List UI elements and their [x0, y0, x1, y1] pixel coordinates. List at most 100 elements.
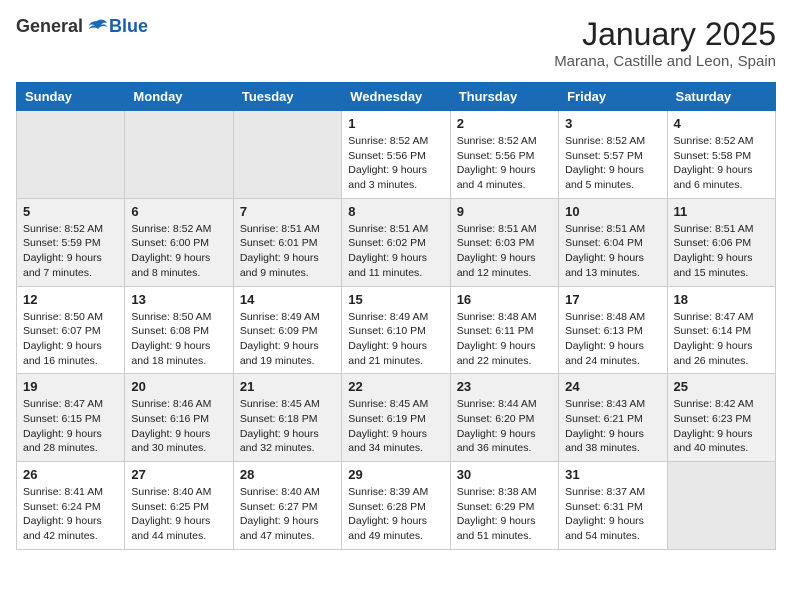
calendar-day-cell: 17 Sunrise: 8:48 AMSunset: 6:13 PMDayligh…: [559, 286, 667, 374]
calendar-day-cell: 1 Sunrise: 8:52 AMSunset: 5:56 PMDaylight…: [342, 111, 450, 199]
calendar-week-row: 26 Sunrise: 8:41 AMSunset: 6:24 PMDayligh…: [17, 462, 776, 550]
calendar-week-row: 5Sunrise: 8:52 AMSunset: 5:59 PMDaylight…: [17, 198, 776, 286]
calendar-day-cell: 19 Sunrise: 8:47 AMSunset: 6:15 PMDayligh…: [17, 374, 125, 462]
day-info: Sunrise: 8:52 AMSunset: 5:58 PMDaylight:…: [674, 134, 769, 193]
calendar-day-cell: 10 Sunrise: 8:51 AMSunset: 6:04 PMDayligh…: [559, 198, 667, 286]
calendar-day-cell: [125, 111, 233, 199]
day-number: 26: [23, 467, 118, 482]
day-number: 11: [674, 204, 769, 219]
calendar-day-cell: 3Sunrise: 8:52 AMSunset: 5:57 PMDaylight…: [559, 111, 667, 199]
day-number: 6: [131, 204, 226, 219]
day-number: 23: [457, 379, 552, 394]
day-number: 18: [674, 292, 769, 307]
day-of-week-header: Friday: [559, 83, 667, 111]
day-number: 7: [240, 204, 335, 219]
day-info: Sunrise: 8:47 AMSunset: 6:14 PMDaylight:…: [674, 310, 769, 369]
title-area: January 2025 Marana, Castille and Leon, …: [554, 16, 776, 70]
day-info: Sunrise: 8:46 AMSunset: 6:16 PMDaylight:…: [131, 397, 226, 456]
day-of-week-header: Tuesday: [233, 83, 341, 111]
day-info: Sunrise: 8:52 AMSunset: 5:56 PMDaylight:…: [457, 134, 552, 193]
day-info: Sunrise: 8:52 AMSunset: 5:57 PMDaylight:…: [565, 134, 660, 193]
day-info: Sunrise: 8:37 AMSunset: 6:31 PMDaylight:…: [565, 485, 660, 544]
day-number: 28: [240, 467, 335, 482]
day-info: Sunrise: 8:52 AMSunset: 5:56 PMDaylight:…: [348, 134, 443, 193]
calendar-day-cell: 30Sunrise: 8:38 AMSunset: 6:29 PMDayligh…: [450, 462, 558, 550]
calendar-day-cell: 16 Sunrise: 8:48 AMSunset: 6:11 PMDayligh…: [450, 286, 558, 374]
day-info: Sunrise: 8:49 AMSunset: 6:10 PMDaylight:…: [348, 310, 443, 369]
calendar-day-cell: [667, 462, 775, 550]
day-number: 16: [457, 292, 552, 307]
logo-general-text: General: [16, 16, 83, 37]
day-info: Sunrise: 8:48 AMSunset: 6:13 PMDaylight:…: [565, 310, 660, 369]
day-info: Sunrise: 8:52 AMSunset: 6:00 PMDaylight:…: [131, 222, 226, 281]
day-of-week-header: Sunday: [17, 83, 125, 111]
calendar-day-cell: 2 Sunrise: 8:52 AMSunset: 5:56 PMDaylight…: [450, 111, 558, 199]
day-number: 10: [565, 204, 660, 219]
day-of-week-header: Thursday: [450, 83, 558, 111]
day-info: Sunrise: 8:40 AMSunset: 6:27 PMDaylight:…: [240, 485, 335, 544]
calendar-day-cell: [17, 111, 125, 199]
day-info: Sunrise: 8:51 AMSunset: 6:04 PMDaylight:…: [565, 222, 660, 281]
day-info: Sunrise: 8:51 AMSunset: 6:06 PMDaylight:…: [674, 222, 769, 281]
calendar-week-row: 19 Sunrise: 8:47 AMSunset: 6:15 PMDayligh…: [17, 374, 776, 462]
day-info: Sunrise: 8:52 AMSunset: 5:59 PMDaylight:…: [23, 222, 118, 281]
calendar-day-cell: 24 Sunrise: 8:43 AMSunset: 6:21 PMDayligh…: [559, 374, 667, 462]
day-info: Sunrise: 8:48 AMSunset: 6:11 PMDaylight:…: [457, 310, 552, 369]
day-of-week-header: Monday: [125, 83, 233, 111]
day-number: 17: [565, 292, 660, 307]
day-info: Sunrise: 8:51 AMSunset: 6:03 PMDaylight:…: [457, 222, 552, 281]
calendar-day-cell: 12Sunrise: 8:50 AMSunset: 6:07 PMDayligh…: [17, 286, 125, 374]
calendar-week-row: 1 Sunrise: 8:52 AMSunset: 5:56 PMDaylight…: [17, 111, 776, 199]
day-number: 21: [240, 379, 335, 394]
day-info: Sunrise: 8:40 AMSunset: 6:25 PMDaylight:…: [131, 485, 226, 544]
calendar-day-cell: 11 Sunrise: 8:51 AMSunset: 6:06 PMDayligh…: [667, 198, 775, 286]
day-number: 19: [23, 379, 118, 394]
calendar-day-cell: 18 Sunrise: 8:47 AMSunset: 6:14 PMDayligh…: [667, 286, 775, 374]
day-number: 31: [565, 467, 660, 482]
day-number: 29: [348, 467, 443, 482]
calendar-day-cell: 7 Sunrise: 8:51 AMSunset: 6:01 PMDaylight…: [233, 198, 341, 286]
day-info: Sunrise: 8:47 AMSunset: 6:15 PMDaylight:…: [23, 397, 118, 456]
day-info: Sunrise: 8:50 AMSunset: 6:07 PMDaylight:…: [23, 310, 118, 369]
day-number: 1: [348, 116, 443, 131]
day-info: Sunrise: 8:49 AMSunset: 6:09 PMDaylight:…: [240, 310, 335, 369]
day-number: 13: [131, 292, 226, 307]
day-info: Sunrise: 8:51 AMSunset: 6:01 PMDaylight:…: [240, 222, 335, 281]
day-number: 25: [674, 379, 769, 394]
day-number: 27: [131, 467, 226, 482]
day-info: Sunrise: 8:50 AMSunset: 6:08 PMDaylight:…: [131, 310, 226, 369]
calendar-day-cell: 22 Sunrise: 8:45 AMSunset: 6:19 PMDayligh…: [342, 374, 450, 462]
logo-bird-icon: [87, 19, 107, 35]
day-of-week-header: Saturday: [667, 83, 775, 111]
calendar-day-cell: [233, 111, 341, 199]
day-info: Sunrise: 8:42 AMSunset: 6:23 PMDaylight:…: [674, 397, 769, 456]
calendar-day-cell: 4Sunrise: 8:52 AMSunset: 5:58 PMDaylight…: [667, 111, 775, 199]
day-info: Sunrise: 8:44 AMSunset: 6:20 PMDaylight:…: [457, 397, 552, 456]
day-number: 22: [348, 379, 443, 394]
calendar-day-cell: 13 Sunrise: 8:50 AMSunset: 6:08 PMDayligh…: [125, 286, 233, 374]
page-header: General Blue January 2025 Marana, Castil…: [16, 16, 776, 70]
day-number: 2: [457, 116, 552, 131]
calendar-day-cell: 6 Sunrise: 8:52 AMSunset: 6:00 PMDaylight…: [125, 198, 233, 286]
calendar-day-cell: 9 Sunrise: 8:51 AMSunset: 6:03 PMDaylight…: [450, 198, 558, 286]
day-info: Sunrise: 8:43 AMSunset: 6:21 PMDaylight:…: [565, 397, 660, 456]
day-number: 30: [457, 467, 552, 482]
day-of-week-header: Wednesday: [342, 83, 450, 111]
day-info: Sunrise: 8:45 AMSunset: 6:19 PMDaylight:…: [348, 397, 443, 456]
calendar-day-cell: 23 Sunrise: 8:44 AMSunset: 6:20 PMDayligh…: [450, 374, 558, 462]
calendar-day-cell: 21Sunrise: 8:45 AMSunset: 6:18 PMDayligh…: [233, 374, 341, 462]
month-title: January 2025: [554, 16, 776, 53]
calendar-day-cell: 28 Sunrise: 8:40 AMSunset: 6:27 PMDayligh…: [233, 462, 341, 550]
calendar-week-row: 12Sunrise: 8:50 AMSunset: 6:07 PMDayligh…: [17, 286, 776, 374]
day-number: 8: [348, 204, 443, 219]
day-number: 9: [457, 204, 552, 219]
day-number: 14: [240, 292, 335, 307]
day-number: 20: [131, 379, 226, 394]
day-number: 24: [565, 379, 660, 394]
day-info: Sunrise: 8:39 AMSunset: 6:28 PMDaylight:…: [348, 485, 443, 544]
calendar-day-cell: 26 Sunrise: 8:41 AMSunset: 6:24 PMDayligh…: [17, 462, 125, 550]
calendar-day-cell: 25 Sunrise: 8:42 AMSunset: 6:23 PMDayligh…: [667, 374, 775, 462]
calendar-day-cell: 14 Sunrise: 8:49 AMSunset: 6:09 PMDayligh…: [233, 286, 341, 374]
calendar-table: SundayMondayTuesdayWednesdayThursdayFrid…: [16, 82, 776, 550]
day-info: Sunrise: 8:41 AMSunset: 6:24 PMDaylight:…: [23, 485, 118, 544]
